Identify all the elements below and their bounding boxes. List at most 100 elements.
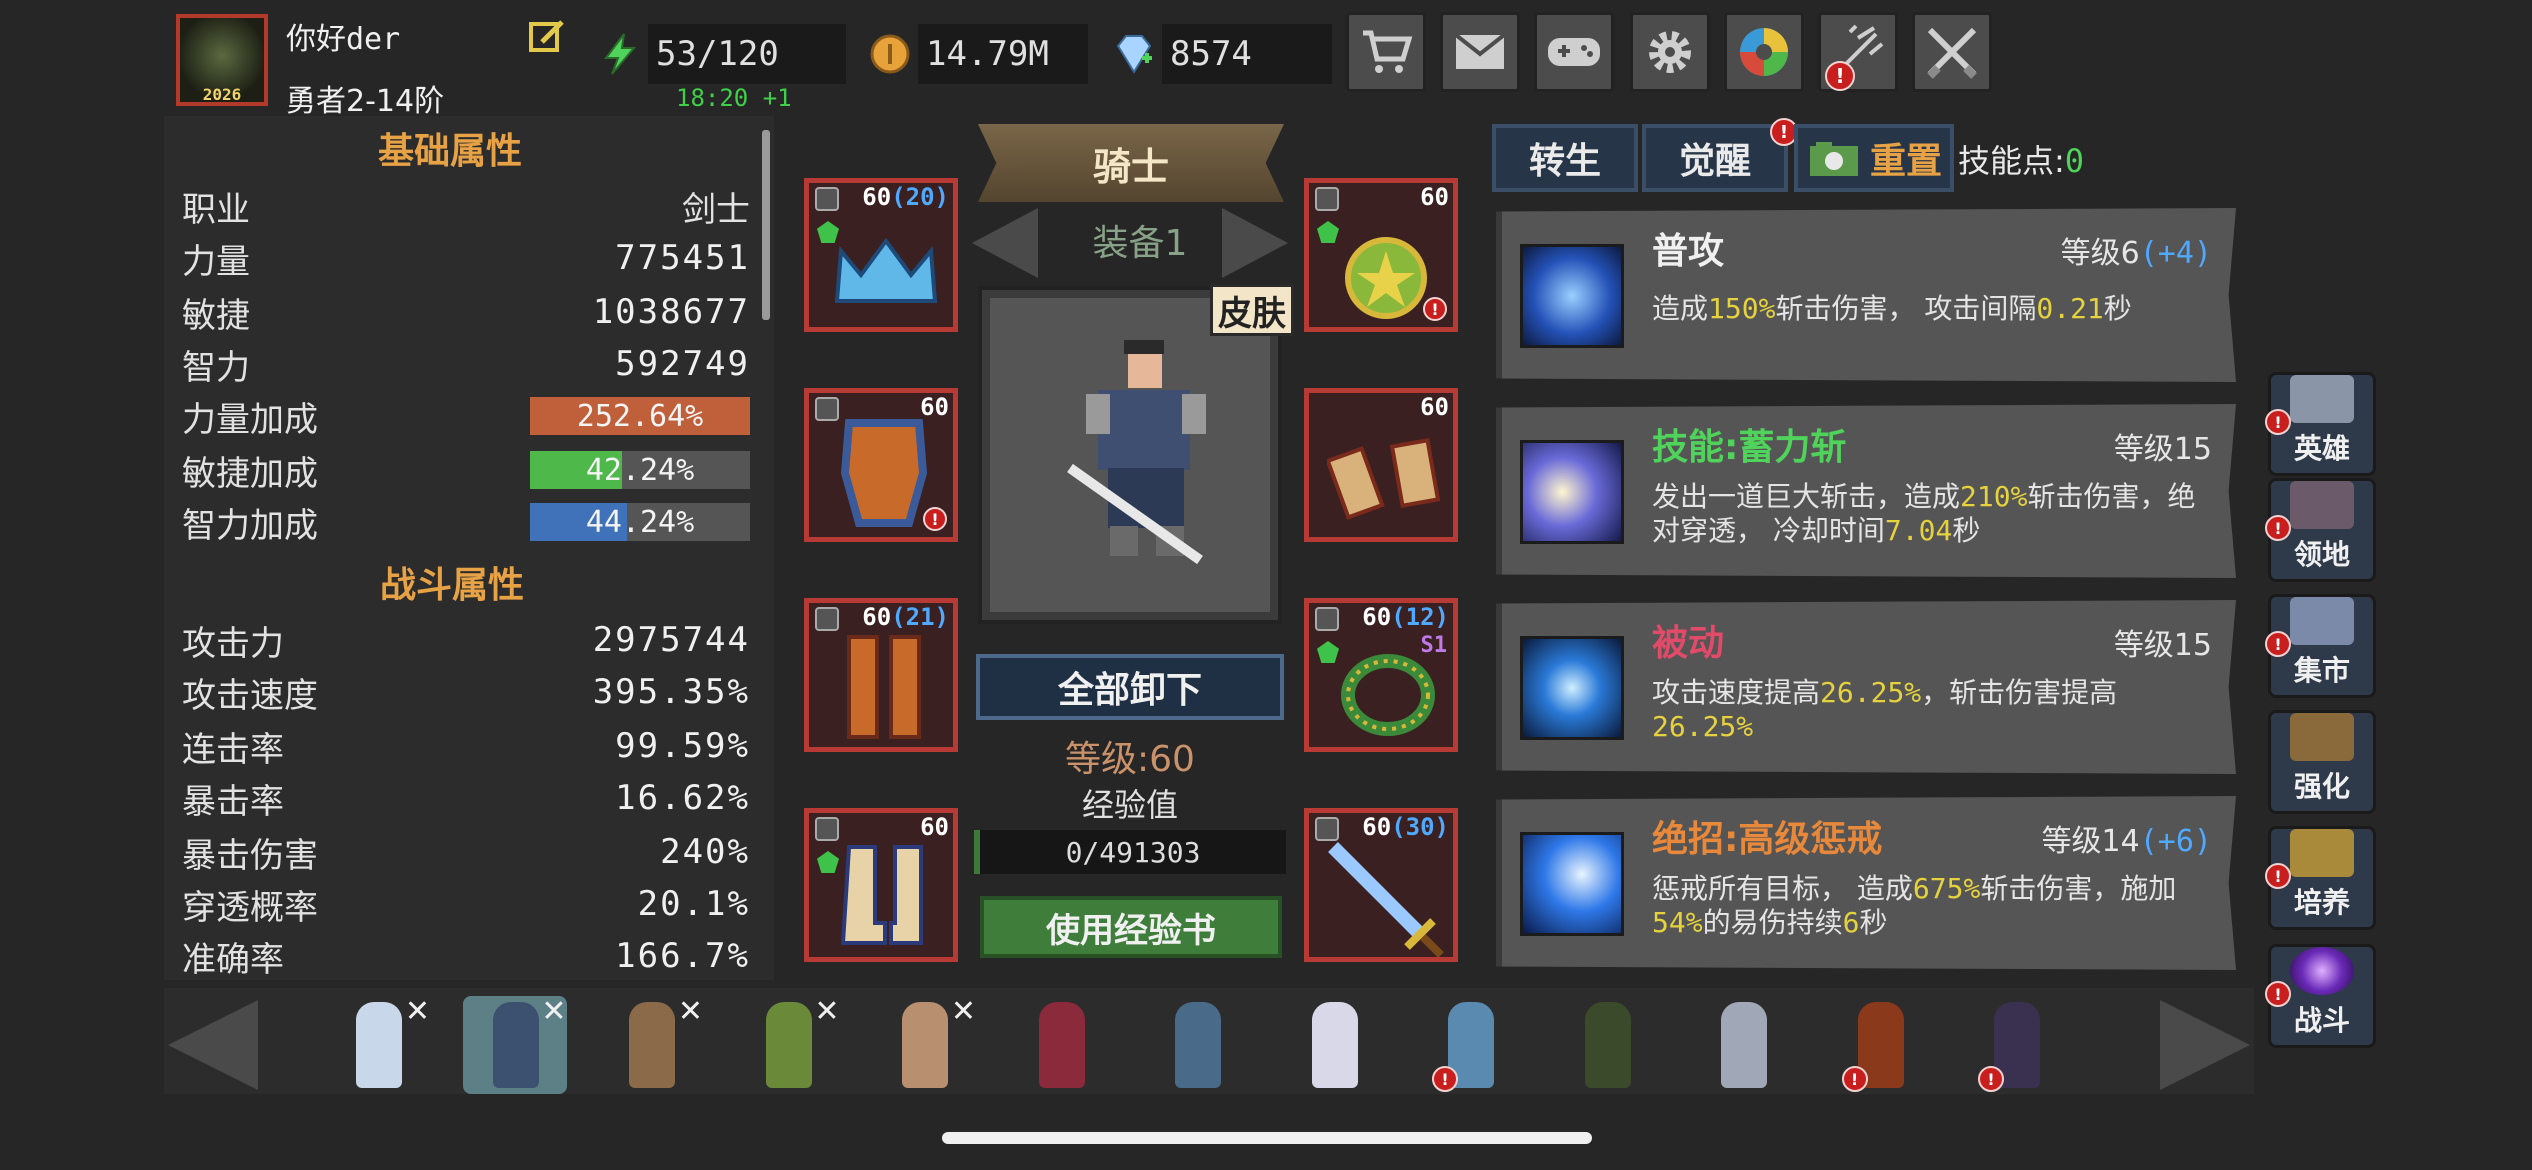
bonus-value: 44.24%	[585, 504, 695, 540]
skill-desc-number: 150%	[1708, 292, 1776, 325]
stat-label: 职业	[182, 189, 250, 230]
nav-hero[interactable]: 英雄 !	[2265, 372, 2376, 476]
hero-portrait[interactable]	[978, 286, 1282, 624]
skill-card-basic-attack[interactable]: 普攻 等级6(+4) 造成150%斩击伤害， 攻击间隔0.21秒	[1496, 208, 2236, 382]
shop-button[interactable]	[1346, 12, 1426, 92]
alert-badge: !	[1432, 1066, 1458, 1092]
stat-value: 剑士	[682, 189, 750, 230]
equip-slot-armor[interactable]: 60 !	[804, 388, 958, 542]
hero-portrait-thumb[interactable]: ✕	[599, 994, 703, 1094]
skill-card-ultimate[interactable]: 绝招:高级惩戒 等级14(+6) 惩戒所有目标， 造成675%斩击伤害，施加 54…	[1496, 796, 2236, 970]
use-exp-book-button[interactable]: 使用经验书	[980, 896, 1282, 958]
home-indicator	[942, 1132, 1592, 1144]
stat-row-crit-damage: 暴击伤害 240%	[182, 826, 750, 878]
equip-slot-amulet[interactable]: 60 !	[1304, 178, 1458, 332]
hero-figure-icon	[1721, 1002, 1767, 1088]
nav-cultivate[interactable]: 培养 !	[2265, 826, 2376, 930]
stat-value: 592749	[615, 344, 750, 384]
hero-portrait-thumb[interactable]	[1145, 996, 1249, 1094]
hero-portrait-thumb[interactable]	[1555, 996, 1659, 1094]
player-avatar[interactable]: 2026	[176, 14, 268, 106]
remove-hero-icon[interactable]: ✕	[541, 994, 566, 1029]
skill-points-label: 技能点:	[1958, 142, 2065, 180]
stats-scrollbar[interactable]	[762, 130, 770, 320]
whirlwind-skill-icon	[1520, 636, 1624, 740]
player-rank: 勇者2-14阶	[286, 84, 445, 119]
equip-slot-bracers[interactable]: 60	[1304, 388, 1458, 542]
hero-portrait-thumb[interactable]	[1691, 996, 1795, 1094]
edit-name-icon[interactable]	[528, 16, 568, 56]
bonus-value: 42.24%	[585, 452, 695, 488]
hero-portrait-thumb[interactable]: !	[1828, 996, 1932, 1094]
chest-armor-icon	[840, 419, 928, 527]
skill-desc-number: 675%	[1912, 872, 1981, 905]
remove-hero-icon[interactable]: ✕	[951, 994, 976, 1029]
equip-slot-sword[interactable]: 60(30)	[1304, 808, 1458, 962]
skill-name: 普攻	[1652, 231, 1725, 272]
hero-portrait-thumb[interactable]	[1282, 996, 1386, 1094]
lock-icon	[1315, 187, 1339, 211]
lock-icon	[815, 187, 839, 211]
unequip-all-button[interactable]: 全部卸下	[976, 654, 1284, 720]
stat-row-attack-speed: 攻击速度 395.35%	[182, 666, 750, 718]
equip-slot-greaves[interactable]: 60(21)	[804, 598, 958, 752]
hero-portrait-thumb[interactable]: !	[1418, 996, 1522, 1094]
nav-label: 集市	[2293, 654, 2350, 687]
stat-row-intelligence: 智力 592749	[182, 338, 750, 390]
hero-portrait-thumb[interactable]	[1009, 996, 1113, 1094]
color-wheel-button[interactable]	[1724, 12, 1804, 92]
alert-badge: !	[1978, 1066, 2004, 1092]
stat-label: 攻击速度	[182, 675, 318, 716]
stat-row-strength: 力量 775451	[182, 232, 750, 284]
exp-bar: 0/491303	[974, 830, 1286, 874]
skill-desc-text: 斩击伤害，施加	[1980, 872, 2177, 905]
battle-button[interactable]	[1912, 12, 1992, 92]
skin-button[interactable]: 皮肤	[1210, 284, 1294, 336]
equip-slot-crown[interactable]: 60(20)	[804, 178, 958, 332]
hero-portrait-thumb[interactable]: ✕	[872, 994, 976, 1094]
stat-value: 166.7%	[615, 936, 750, 976]
hero-portrait-thumb[interactable]: ✕	[462, 994, 567, 1094]
reset-label: 重置	[1869, 141, 1942, 182]
hero-portrait-thumb[interactable]: ✕	[736, 994, 840, 1094]
reset-skills-button[interactable]: 重置	[1794, 124, 1954, 192]
skill-points-value: 0	[2064, 142, 2085, 180]
firework-button[interactable]: !	[1818, 12, 1898, 92]
nav-territory[interactable]: 领地 !	[2265, 478, 2376, 582]
skill-desc-number: 210%	[1960, 480, 2028, 513]
skill-desc-number: 54%	[1652, 906, 1703, 939]
skill-level: 等级15	[2113, 628, 2212, 663]
equip-slot-ring[interactable]: 60(12) S1	[1304, 598, 1458, 752]
gold-display: 14.79M	[918, 24, 1088, 84]
hero-portrait-thumb[interactable]: !	[1964, 996, 2068, 1094]
nav-label: 领地	[2293, 538, 2350, 571]
nav-battle[interactable]: 战斗 !	[2265, 944, 2376, 1048]
skill-name: 绝招:高级惩戒	[1652, 819, 1883, 860]
class-name: 骑士	[1092, 144, 1169, 189]
mail-button[interactable]	[1440, 12, 1520, 92]
remove-hero-icon[interactable]: ✕	[678, 994, 703, 1029]
next-equip-set-arrow-icon[interactable]	[1222, 208, 1288, 278]
stat-label: 力量	[182, 241, 250, 282]
equip-slot-boots[interactable]: 60	[804, 808, 958, 962]
boots-icon	[840, 845, 923, 945]
skill-card-charged-slash[interactable]: 技能:蓄力斩 等级15 发出一道巨大斩击，造成210%斩击伤害，绝对穿透， 冷却…	[1496, 404, 2236, 578]
settings-button[interactable]	[1630, 12, 1710, 92]
nav-market[interactable]: 集市 !	[2265, 594, 2376, 698]
bonus-bar: 42.24%	[530, 451, 750, 489]
skill-desc-text: 斩击伤害， 攻击间隔	[1775, 292, 2037, 325]
stat-value: 99.59%	[615, 726, 750, 766]
skill-card-passive[interactable]: 被动 等级15 攻击速度提高26.25%，斩击伤害提高26.25%	[1496, 600, 2236, 774]
tab-rebirth[interactable]: 转生	[1492, 124, 1638, 192]
hero-portrait-thumb[interactable]: ✕	[326, 994, 430, 1094]
tab-awaken[interactable]: 觉醒 !	[1642, 118, 1798, 192]
remove-hero-icon[interactable]: ✕	[405, 994, 430, 1029]
gamepad-button[interactable]	[1534, 12, 1614, 92]
nav-enhance[interactable]: 强化	[2268, 710, 2376, 814]
skill-desc-number: 7.04	[1884, 514, 1953, 547]
remove-hero-icon[interactable]: ✕	[814, 994, 839, 1029]
prev-equip-set-arrow-icon[interactable]	[972, 208, 1038, 278]
skill-desc-text: ，斩击伤害提高	[1921, 676, 2118, 709]
equip-level: 60(20)	[862, 183, 949, 211]
video-ad-icon	[1810, 142, 1858, 176]
